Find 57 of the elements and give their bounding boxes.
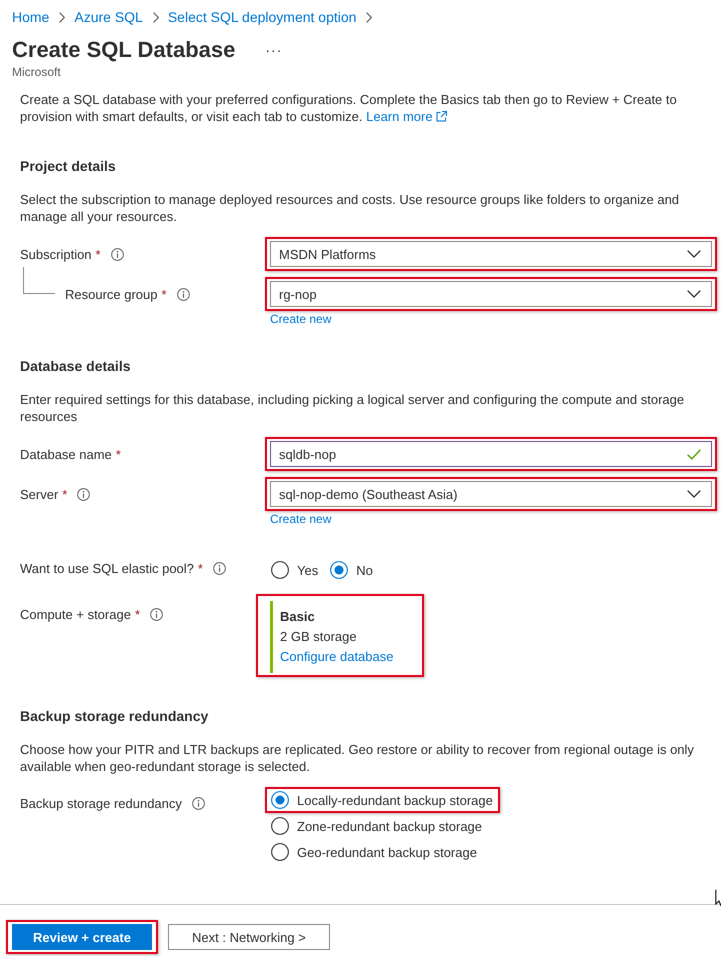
required-mark: * xyxy=(96,246,101,262)
chevron-right-icon xyxy=(152,12,159,22)
radio-option[interactable]: Locally-redundant backup storage xyxy=(271,789,493,811)
info-icon[interactable] xyxy=(150,608,163,621)
section-heading: Database details xyxy=(20,357,130,375)
info-icon[interactable] xyxy=(110,248,124,260)
review-create-button[interactable]: Review + create xyxy=(12,924,152,950)
field-label: Compute + storage xyxy=(20,607,131,622)
external-link-icon xyxy=(436,111,447,122)
publisher-text: Microsoft xyxy=(11,64,61,80)
field-label: Want to use SQL elastic pool? xyxy=(20,560,194,576)
field-label: Backup storage redundancy xyxy=(20,796,182,810)
required-mark: * xyxy=(116,446,121,462)
field-label: Subscription xyxy=(20,246,92,262)
field-label: Database name xyxy=(20,446,112,462)
learn-more-link[interactable]: Learn more xyxy=(366,109,447,124)
storage-size-text: 2 GB storage xyxy=(280,628,358,646)
chevron-down-icon xyxy=(687,250,701,258)
radio-option[interactable]: Yes xyxy=(271,559,318,581)
next-button[interactable]: Next : Networking > xyxy=(168,924,330,950)
required-mark: * xyxy=(134,607,140,622)
create-new-link[interactable]: Create new xyxy=(270,512,332,527)
intro-text: Create a SQL database with your preferred configurations. Complete the Basics tab then go to Review + Create to provision with smart defaults, or visit each tab to customize. Learn more xyxy=(20,91,678,125)
chevron-down-icon xyxy=(687,490,701,498)
required-mark: * xyxy=(62,486,68,502)
chevron-right-icon xyxy=(59,12,66,22)
tier-name: Basic xyxy=(280,608,316,626)
more-options-button[interactable]: ··· xyxy=(265,40,282,60)
tree-connector-line xyxy=(23,267,55,294)
breadcrumb-link[interactable]: Azure SQL xyxy=(74,7,143,27)
breadcrumb-link[interactable]: Select SQL deployment option xyxy=(168,7,356,27)
chevron-right-icon xyxy=(366,12,372,22)
dropdown[interactable]: rg-nop xyxy=(270,281,712,307)
radio-option[interactable]: Zone-redundant backup storage xyxy=(271,815,482,837)
page-title: Create SQL Database xyxy=(12,36,236,64)
radio-option[interactable]: No xyxy=(330,559,373,581)
required-mark: * xyxy=(198,560,203,576)
text-field[interactable]: sqldb-nop xyxy=(270,441,712,467)
section-description: Choose how your PITR and LTR backups are replicated. Geo restore or ability to recover from regional outage is only available when geo-redundant storage is selected. xyxy=(20,741,695,775)
radio-option[interactable]: Geo-redundant backup storage xyxy=(271,841,477,863)
section-description: Enter required settings for this database, including picking a logical server and configuring the compute and storage resources xyxy=(20,391,686,425)
info-icon[interactable] xyxy=(192,796,205,810)
dropdown[interactable]: sql-nop-demo (Southeast Asia) xyxy=(270,481,712,507)
dropdown[interactable]: MSDN Platforms xyxy=(270,241,712,267)
field-label: Server xyxy=(20,486,58,502)
section-heading: Backup storage redundancy xyxy=(20,707,208,725)
section-heading: Project details xyxy=(20,157,116,175)
breadcrumb-link[interactable]: Home xyxy=(12,7,50,27)
info-icon[interactable] xyxy=(176,288,190,300)
info-icon[interactable] xyxy=(77,488,90,500)
info-icon[interactable] xyxy=(212,562,226,574)
section-description: Select the subscription to manage deployed resources and costs. Use resource groups like folders to organize and manage all your resources. xyxy=(20,191,680,225)
chevron-down-icon xyxy=(687,290,701,298)
required-mark: * xyxy=(162,286,167,302)
create-new-link[interactable]: Create new xyxy=(270,312,332,327)
field-label: Resource group xyxy=(65,286,158,302)
configure-database-link[interactable]: Configure database xyxy=(280,649,394,664)
